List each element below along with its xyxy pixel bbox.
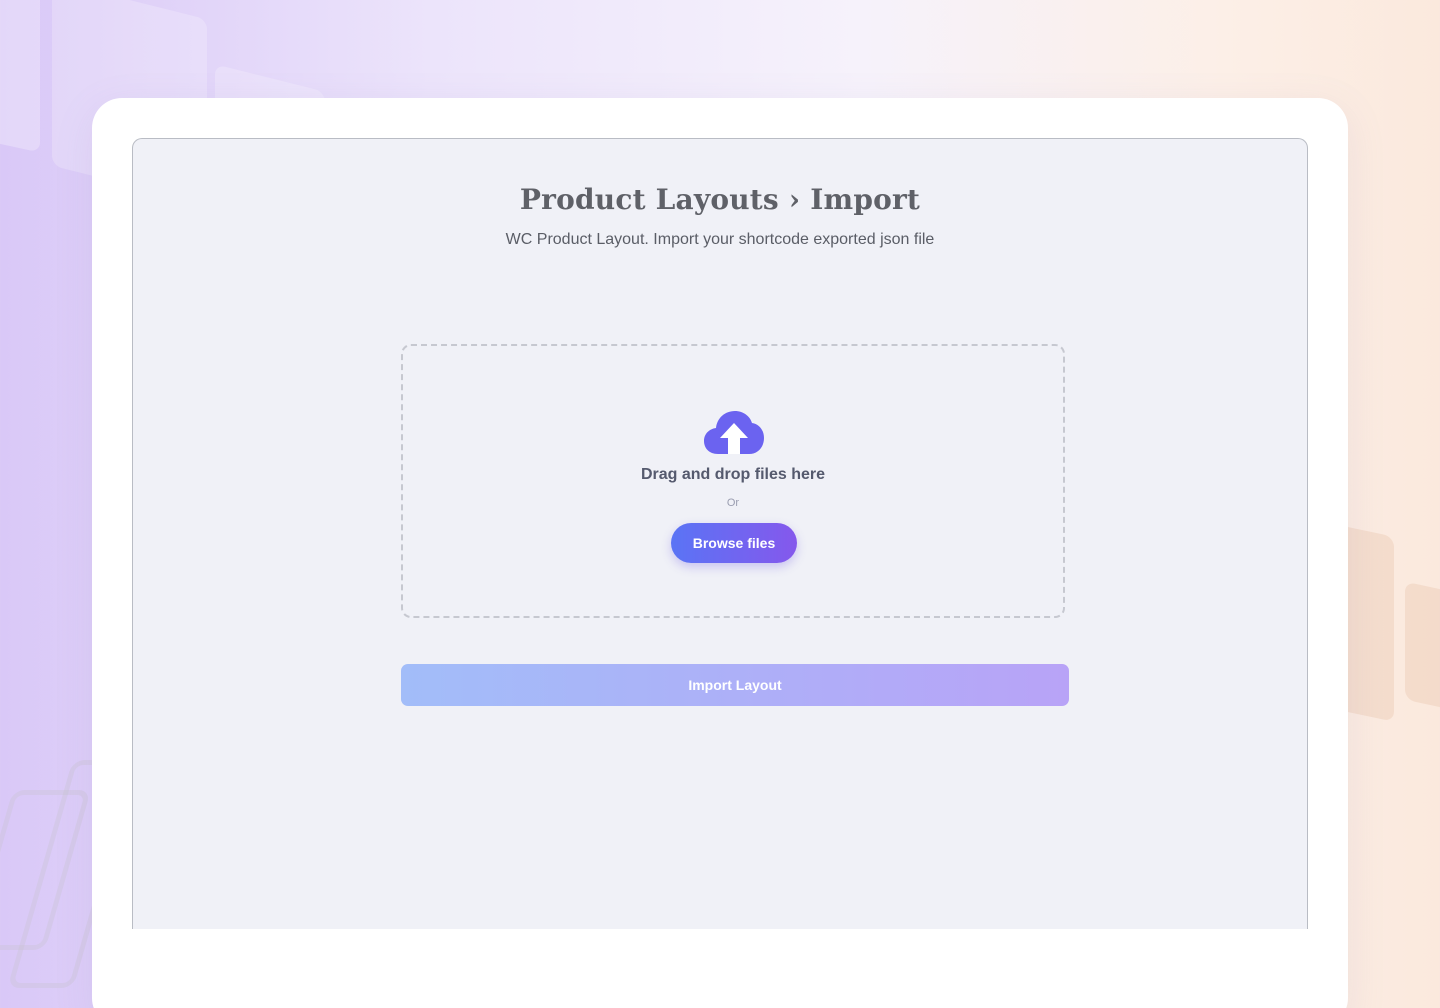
or-separator: Or — [726, 497, 740, 509]
file-dropzone[interactable]: Drag and drop files here Or Browse files — [401, 344, 1065, 618]
page-title: Product Layouts › Import — [519, 183, 921, 216]
page-subtitle: WC Product Layout. Import your shortcode… — [505, 231, 935, 248]
drag-drop-label: Drag and drop files here — [640, 466, 826, 483]
screenshot-card: Product Layouts › Import WC Product Layo… — [92, 98, 1348, 1008]
browse-files-button[interactable]: Browse files — [671, 523, 797, 563]
decor-shape — [1405, 581, 1440, 713]
import-layout-button[interactable]: Import Layout — [401, 664, 1069, 706]
decor-outline-shape — [0, 790, 91, 950]
import-panel: Product Layouts › Import WC Product Layo… — [132, 138, 1308, 929]
cloud-upload-icon — [704, 411, 764, 454]
decor-shape — [0, 0, 40, 153]
